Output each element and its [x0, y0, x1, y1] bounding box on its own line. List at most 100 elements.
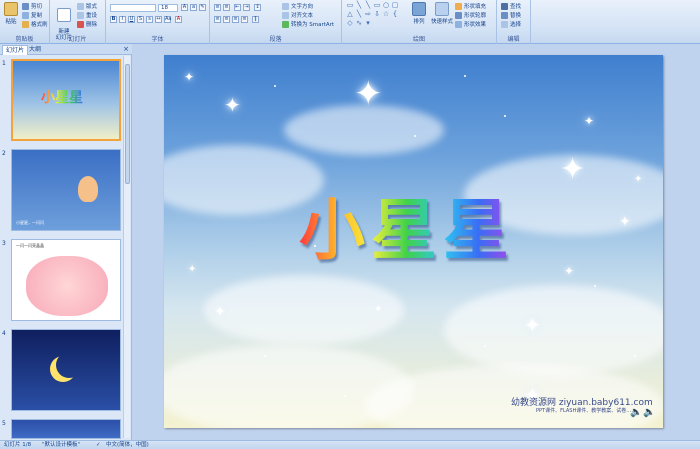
justify-button[interactable]: ≡ [241, 16, 248, 23]
brace-shape-icon[interactable]: { [391, 11, 399, 18]
callout-shape-icon[interactable]: ◇ [346, 20, 354, 27]
star-icon: ✦ [354, 74, 383, 114]
select-button[interactable]: 选择 [501, 20, 521, 28]
star-dot [344, 395, 346, 397]
italic-button[interactable]: I [119, 16, 126, 23]
slide-number: 1 [2, 60, 6, 67]
arrange-button[interactable]: 排列 [410, 2, 428, 25]
underline-button[interactable]: U [128, 16, 135, 23]
triangle-shape-icon[interactable]: △ [346, 11, 354, 18]
font-color-button[interactable]: A [175, 16, 182, 23]
slide-thumbnail-1[interactable]: 小星星 [11, 59, 121, 141]
language-indicator: 中文(简体，中国) [106, 442, 149, 448]
line-shape-icon[interactable]: ╲ [355, 11, 363, 18]
group-label-clipboard: 剪贴板 [15, 36, 34, 43]
slide-thumbnail-2[interactable]: 小星星，一闪闪 [11, 149, 121, 231]
text-direction-button[interactable]: 文字方向 [282, 2, 313, 10]
paste-button[interactable]: 粘贴 [3, 2, 19, 25]
curve-shape-icon[interactable]: ∿ [355, 20, 363, 27]
font-name-combo[interactable] [110, 4, 156, 12]
tab-slides[interactable]: 幻灯片 [2, 45, 29, 55]
line-spacing-button[interactable]: ↕ [254, 4, 261, 11]
slide-canvas[interactable]: ✦ ✦ ✦ ✦ ✦ ✦ ✦ ✦ ✦ ✦ ✦ ✦ ✦ 小星星 幼教资源网 ziyu… [164, 55, 663, 428]
thumbnail-figure [78, 176, 98, 202]
align-text-button[interactable]: 对齐文本 [282, 11, 313, 19]
layout-button[interactable]: 版式 [77, 2, 97, 10]
pane-tabs: 幻灯片 大纲 × [0, 44, 132, 55]
numbering-button[interactable]: ≡ [223, 4, 230, 11]
grow-font-button[interactable]: A [181, 4, 188, 11]
paint-bucket-icon [455, 2, 462, 10]
shape-effects-button[interactable]: 形状效果 [455, 20, 486, 28]
clear-format-button[interactable]: ✎ [199, 4, 206, 11]
find-button[interactable]: 查找 [501, 2, 521, 10]
format-painter-button[interactable]: 格式刷 [22, 20, 48, 28]
speaker-icon[interactable]: 🔈 [630, 407, 642, 419]
slide-thumbnail-4[interactable] [11, 329, 121, 411]
increase-indent-button[interactable]: ⇥ [243, 4, 250, 11]
bullets-button[interactable]: ≡ [214, 4, 221, 11]
arrow-shape-icon[interactable]: ⇨ [364, 11, 372, 18]
slide-thumbnail-3[interactable]: 一闪一闪亮晶晶 [11, 239, 121, 321]
shape-fill-button[interactable]: 形状填充 [455, 2, 486, 10]
star-icon: ✦ [634, 174, 643, 185]
arrow-shape-icon[interactable]: ⇩ [373, 11, 381, 18]
rounded-rect-shape-icon[interactable]: ▢ [391, 2, 399, 9]
copy-button[interactable]: 复制 [22, 11, 42, 19]
shadow-button[interactable]: s [146, 16, 153, 23]
slide-pane: 幻灯片 大纲 × 1 小星星 2 小星星，一闪闪 3 一闪一闪亮晶晶 4 5 [0, 44, 132, 440]
align-center-button[interactable]: ≡ [223, 16, 230, 23]
group-clipboard: 粘贴 剪切 复制 格式刷 剪贴板 [0, 0, 50, 44]
change-case-button[interactable]: Aa [164, 16, 171, 23]
rectangle-shape-icon[interactable]: ▭ [346, 2, 354, 9]
spellcheck-icon[interactable]: ✓ [96, 441, 101, 449]
align-text-icon [282, 11, 289, 19]
pane-scrollbar[interactable] [123, 56, 130, 438]
decrease-indent-button[interactable]: ⇤ [234, 4, 241, 11]
align-right-button[interactable]: ≡ [232, 16, 239, 23]
bold-button[interactable]: B [110, 16, 117, 23]
line-shape-icon[interactable]: ╲ [364, 2, 372, 9]
strikethrough-button[interactable]: S [137, 16, 144, 23]
smartart-icon [282, 20, 289, 28]
spacing-button[interactable]: ↔ [155, 16, 162, 23]
close-icon[interactable]: × [123, 45, 129, 53]
shape-outline-button[interactable]: 形状轮廓 [455, 11, 486, 19]
tab-outline[interactable]: 大纲 [26, 45, 44, 55]
star-dot [464, 75, 466, 77]
speaker-icon[interactable]: 🔈 [643, 407, 655, 419]
delete-button[interactable]: 删除 [77, 20, 97, 28]
thumbnail-illustration [26, 256, 108, 316]
font-size-combo[interactable]: 18 [158, 4, 178, 12]
ribbon: 粘贴 剪切 复制 格式刷 剪贴板 新建 幻灯片 版式 重设 删除 幻灯片 18 … [0, 0, 700, 44]
quick-styles-button[interactable]: 快速样式 [430, 2, 454, 25]
cut-button[interactable]: 剪切 [22, 2, 42, 10]
star-dot [504, 115, 506, 117]
effects-icon [455, 20, 462, 28]
slide-number: 5 [2, 420, 6, 427]
slide-title[interactable]: 小星星 [299, 177, 515, 273]
star-icon: ✦ [224, 93, 241, 117]
cursor-icon [501, 20, 508, 28]
rectangle-shape-icon[interactable]: ▭ [373, 2, 381, 9]
align-left-button[interactable]: ≡ [214, 16, 221, 23]
columns-button[interactable]: ‖ [252, 16, 259, 23]
smartart-button[interactable]: 转换为 SmartArt [282, 20, 334, 28]
oval-shape-icon[interactable]: ○ [382, 2, 390, 9]
more-shapes-icon[interactable]: ▾ [364, 20, 372, 27]
line-shape-icon[interactable]: ╲ [355, 2, 363, 9]
scrollbar-thumb[interactable] [125, 64, 130, 184]
slide-thumbnail-5[interactable] [11, 419, 121, 439]
star-dot [594, 285, 596, 287]
reset-button[interactable]: 重设 [77, 11, 97, 19]
replace-button[interactable]: 替换 [501, 11, 521, 19]
group-drawing: ▭ ╲ ╲ ▭ ○ ▢ △ ╲ ⇨ ⇩ ☆ { ◇ ∿ ▾ 排列 快速样式 形状… [342, 0, 497, 44]
star-shape-icon[interactable]: ☆ [382, 11, 390, 18]
copy-icon [22, 11, 29, 19]
group-label-editing: 编辑 [507, 36, 520, 43]
slide-number: 4 [2, 330, 6, 337]
star-icon: ✦ [584, 114, 595, 128]
shrink-font-button[interactable]: a [190, 4, 197, 11]
moon-icon [56, 352, 82, 378]
star-icon: ✦ [184, 70, 195, 84]
